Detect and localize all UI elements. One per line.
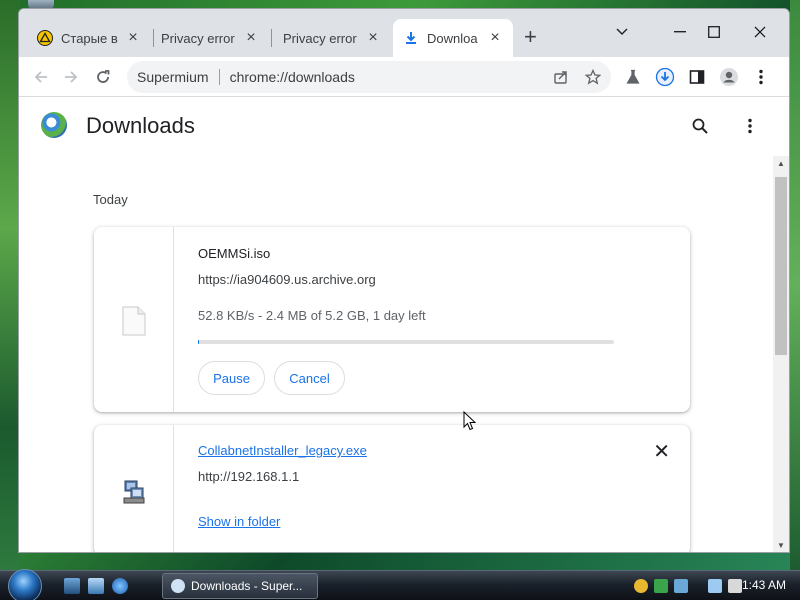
download-card-0: OEMMSi.iso https://ia904609.us.archive.o… [94,227,690,412]
reload-button[interactable] [89,63,117,91]
tab-2[interactable]: Privacy error × [273,19,391,57]
page-title: Downloads [86,113,195,138]
tab-0[interactable]: Старые в × [27,19,151,57]
forward-button[interactable] [57,63,85,91]
tab-label: Privacy error [283,30,357,46]
address-bar[interactable]: Supermium chrome://downloads [127,61,611,93]
desktop-wallpaper-right [790,0,800,570]
omnibox-divider [218,69,220,85]
tab-separator [271,29,272,47]
browser-window: Старые в × Privacy error × Privacy error… [18,8,790,553]
download-progress-bar [198,340,614,344]
toolbar: Supermium chrome://downloads [19,57,789,97]
download-source-url: https://ia904609.us.archive.org [198,272,376,287]
download-source-url: http://192.168.1.1 [198,469,300,484]
download-filename-link[interactable]: CollabnetInstaller_legacy.exe [198,443,367,458]
taskbar-button-downloads[interactable]: Downloads - Super... [162,573,318,599]
date-section-label: Today [93,192,128,207]
browser-menu-icon[interactable] [747,63,775,91]
downloads-page: Downloads ▲ ▼ Today OEMMSi.iso https://i… [19,98,789,552]
tab-search-chevron-icon[interactable] [607,19,637,45]
file-icon [122,306,146,336]
internet-explorer-icon[interactable] [112,578,128,594]
installer-exe-icon [123,480,145,504]
tab-label: Старые в [61,30,118,46]
volume-muted-icon[interactable] [728,579,742,593]
file-icon-column [94,425,174,552]
supermium-app-icon [171,579,185,593]
scroll-down-arrow-icon[interactable]: ▼ [775,540,787,552]
switch-windows-icon[interactable] [88,578,104,594]
tab-label: Downloa [427,30,478,46]
tab-1[interactable]: Privacy error × [151,19,269,57]
supermium-logo-icon [41,112,67,138]
search-icon[interactable] [688,114,712,138]
start-button[interactable] [8,569,42,600]
scroll-up-arrow-icon[interactable]: ▲ [775,158,787,170]
scrollbar-thumb[interactable] [775,177,787,355]
minimize-button[interactable] [665,19,695,45]
tab-strip: Старые в × Privacy error × Privacy error… [19,9,789,57]
mouse-pointer-icon [463,411,477,431]
bookmark-star-icon[interactable] [579,63,607,91]
warning-triangle-icon [37,30,53,46]
share-icon[interactable] [547,63,575,91]
maximize-button[interactable] [699,19,729,45]
tab-label: Privacy error [161,30,235,46]
close-icon[interactable]: × [125,29,141,47]
close-icon[interactable]: × [365,29,381,47]
close-window-button[interactable] [745,19,775,45]
clock[interactable]: 1:43 AM [742,578,786,592]
page-header: Downloads [19,98,789,154]
new-tab-button[interactable]: + [524,26,537,48]
site-label: Supermium [137,69,209,85]
side-panel-icon[interactable] [683,63,711,91]
tray-window-icon[interactable] [674,579,688,593]
download-filename: OEMMSi.iso [198,246,271,261]
show-in-folder-link[interactable]: Show in folder [198,514,280,529]
url-text[interactable]: chrome://downloads [230,69,355,85]
security-shield-icon[interactable] [634,579,648,593]
file-icon-column [94,227,174,412]
profile-avatar-icon[interactable] [715,63,743,91]
back-button[interactable] [27,63,55,91]
network-icon[interactable] [708,579,722,593]
desktop-wallpaper-left [0,0,20,570]
pause-button[interactable]: Pause [198,361,265,395]
show-desktop-icon[interactable] [64,578,80,594]
download-card-1: CollabnetInstaller_legacy.exe http://192… [94,425,690,552]
tab-downloads[interactable]: Downloa × [393,19,513,57]
taskbar-button-label: Downloads - Super... [191,579,303,593]
tray-app-icon[interactable] [654,579,668,593]
close-icon[interactable]: × [243,29,259,47]
remove-from-list-close-icon[interactable]: ✕ [653,442,670,462]
downloads-indicator-icon[interactable] [651,63,679,91]
more-options-icon[interactable] [738,114,762,138]
taskbar: Downloads - Super... 1:43 AM [0,569,800,600]
download-status: 52.8 KB/s - 2.4 MB of 5.2 GB, 1 day left [198,308,426,323]
labs-flask-icon[interactable] [619,63,647,91]
download-icon [403,30,419,46]
cancel-button[interactable]: Cancel [274,361,345,395]
close-icon[interactable]: × [487,29,503,47]
